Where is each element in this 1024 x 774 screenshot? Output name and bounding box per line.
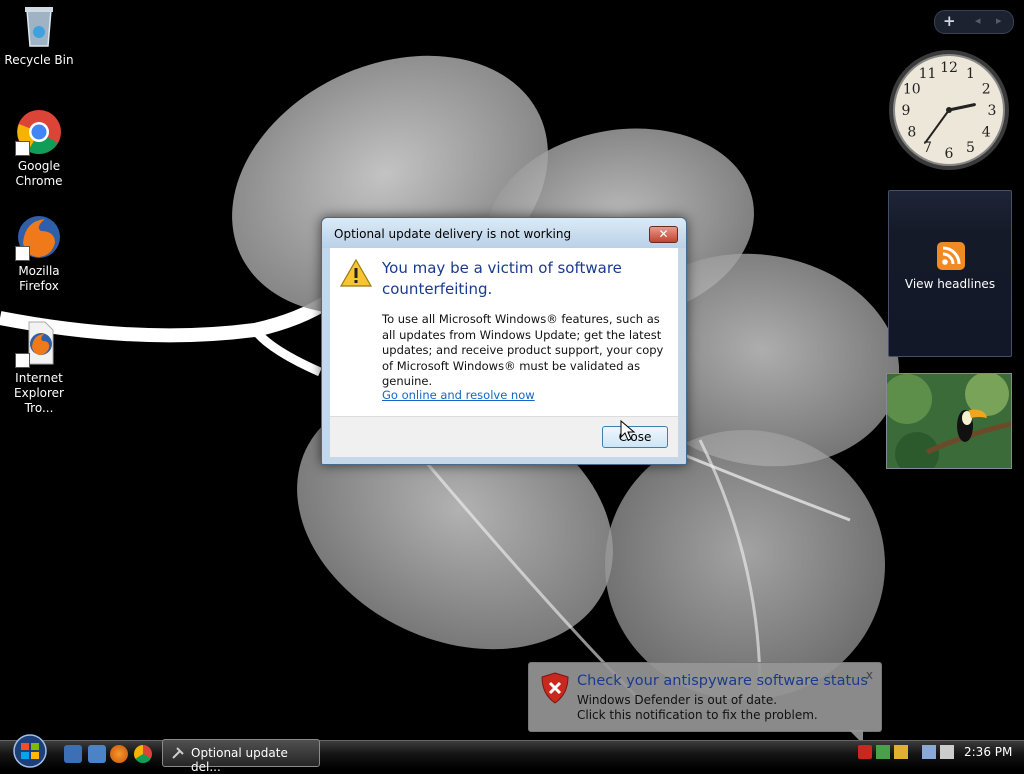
notification-close-button[interactable]: x [866,668,873,682]
shortcut-arrow-icon [15,353,30,368]
clock-number: 2 [982,82,991,98]
warning-icon [340,258,372,287]
volume-muted-tray-icon[interactable] [940,745,954,759]
sidebar-controls: + ◂ ▸ [934,10,1014,34]
taskbar-button-label: Optional update del... [191,746,288,774]
firefox-quicklaunch-icon[interactable] [110,745,128,763]
clock-number: 4 [982,125,991,141]
feed-headlines-gadget[interactable]: View headlines [888,190,1012,357]
update-tray-icon[interactable] [894,745,908,759]
resolve-online-link[interactable]: Go online and resolve now [382,388,535,402]
clock-number: 11 [919,66,937,82]
clock-number: 6 [945,146,954,162]
notification-title: Check your antispyware software status [577,673,868,689]
rss-icon [937,242,965,270]
chrome-icon [15,108,63,156]
dialog-close-button[interactable]: ✕ [649,226,678,243]
clock-number: 7 [923,140,932,156]
chrome-quicklaunch-icon[interactable] [134,745,152,763]
clock-number: 9 [902,103,911,119]
desktop-icon-label: Internet Explorer Tro... [14,371,64,415]
defender-tray-icon[interactable] [858,745,872,759]
tools-icon [172,747,184,759]
desktop-icon-mozilla-firefox[interactable]: Mozilla Firefox [0,213,78,294]
clock-number: 1 [966,66,975,82]
dialog-body-text: To use all Microsoft Windows® features, … [382,312,664,388]
switch-windows-icon[interactable] [88,745,106,763]
dialog-title: Optional update delivery is not working [334,227,572,241]
desktop-icon-internet-explorer[interactable]: Internet Explorer Tro... [0,320,78,416]
toucan-photo [887,374,1011,468]
document-firefox-icon [15,320,63,368]
mouse-cursor-icon [620,420,636,441]
recycle-bin-icon [15,2,63,50]
dialog-titlebar[interactable]: Optional update delivery is not working … [322,218,686,248]
clock-number: 10 [903,82,921,98]
desktop-icon-label: Recycle Bin [4,53,74,67]
taskbar-clock[interactable]: 2:36 PM [964,745,1012,759]
dialog-content: You may be a victim of software counterf… [330,248,678,416]
security-shield-icon [541,672,569,704]
clock-number: 3 [988,103,997,119]
taskbar-button-optional-update[interactable]: Optional update del... [162,739,320,774]
network-tray-icon[interactable] [922,745,936,759]
security-center-tray-icon[interactable] [876,745,890,759]
slideshow-gadget[interactable] [886,373,1012,469]
clock-number: 12 [940,60,958,76]
desktop-icon-recycle-bin[interactable]: Recycle Bin [0,2,78,68]
add-gadget-button[interactable]: + [943,12,956,30]
notification-line-1: Windows Defender is out of date. [577,693,778,707]
clock-gadget[interactable]: 12 12 3 45678 9 1011 [887,48,1011,172]
clock-number: 8 [907,125,916,141]
view-headlines-label: View headlines [904,277,996,291]
desktop-icon-label: Mozilla Firefox [18,264,60,293]
gadget-page-arrows[interactable]: ◂ ▸ [975,14,1008,27]
dialog-heading: You may be a victim of software counterf… [382,259,622,298]
shortcut-arrow-icon [15,141,30,156]
start-button[interactable] [8,733,52,768]
firefox-icon [15,213,63,261]
show-desktop-icon[interactable] [64,745,82,763]
clock-number: 5 [966,140,975,156]
notification-line-2: Click this notification to fix the probl… [577,708,818,722]
desktop-icon-google-chrome[interactable]: Google Chrome [0,108,78,189]
desktop-icon-label: Google Chrome [15,159,63,188]
defender-notification-balloon[interactable]: Check your antispyware software status W… [528,662,882,744]
shortcut-arrow-icon [15,246,30,261]
